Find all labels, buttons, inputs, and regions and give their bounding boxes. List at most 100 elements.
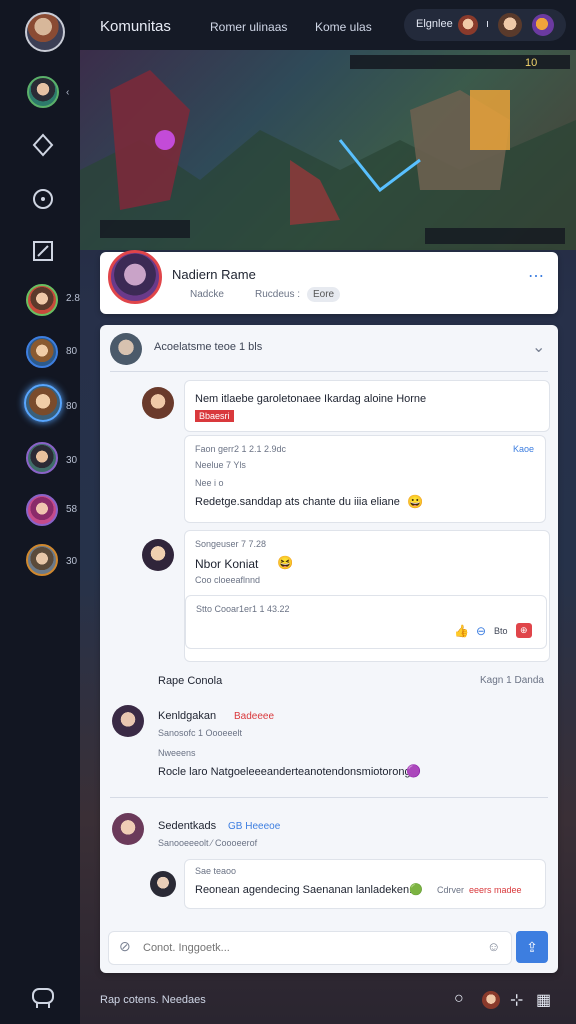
thread-panel: Acoelatsme teoe 1 bls ⌄ Nem itlaebe garo… [100,325,558,973]
section-title: Rape Conola [158,675,223,687]
profile-meta-1: Nadcke [190,289,224,300]
message-input[interactable] [141,938,465,958]
divider [110,797,548,798]
reply3-trail: Cdrver [437,885,465,895]
clock-icon[interactable]: ⊖ [476,624,486,638]
grin-emoji-icon: 😀 [407,494,424,509]
game-controller-icon[interactable] [28,982,58,1012]
post2-meta: Songeuser 7 7.28 [195,539,267,549]
hud-value: 10 [525,57,538,69]
rail-avatar-6[interactable] [26,544,58,576]
footer-avatar[interactable] [482,991,500,1009]
reply3-card: Sae teaoo Reonean agendecing Saenanan la… [184,859,546,909]
notification-avatar[interactable] [532,14,554,36]
account-pill[interactable]: Elgnlee ı [404,9,566,41]
comment2-sub: Sanooeeeolt ⁄ Coooeerof [158,838,258,848]
send-button[interactable]: ⇪ [516,931,548,963]
post1-text: Nem itlaebe garoletonaee Ikardag aloine … [195,393,427,405]
quote1-line4: Redetge.sanddap ats chante du iiia elian… [195,496,400,508]
rail-avatar-2[interactable] [26,284,58,316]
tab-kome-ulas[interactable]: Kome ulas [315,20,372,34]
comment1-role: Nweeens [158,748,196,758]
rail-count: 30 [66,455,78,466]
rail-count: 2.8 [66,293,80,304]
emoji-icon[interactable]: ☺ [487,939,500,954]
comment1-sub: Sanosofc 1 Oooeeelt [158,728,243,738]
quote1-line2: Neelue 7 Yls [195,460,246,470]
comment1-text: Rocle laro Natgoeleeeanderteanotendonsmi… [158,766,411,778]
account-avatar-1[interactable] [458,15,478,35]
section-right[interactable]: Kagn 1 Danda [480,675,544,686]
comment1-badge: Badeeee [234,711,275,722]
top-bar: Komunitas Romer ulinaas Kome ulas Elgnle… [80,0,576,50]
comment1-name: Kenldgakan [158,710,217,722]
rail-avatar-5[interactable] [26,494,58,526]
thread-header: Acoelatsme teoe 1 bls [154,341,263,353]
grid-icon[interactable]: ▦ [536,990,551,1010]
more-options-icon[interactable]: ⋯ [528,266,544,286]
laugh-emoji-icon: 😆 [277,555,294,570]
comment2-name: Sedentkads [158,820,217,832]
quote1-card: Faon gerr2 1 2.1 2.9dc Kaoe Neelue 7 Yls… [184,435,546,523]
account-divider: ı [486,18,490,30]
reply3-trail2: eeers madee [469,885,522,895]
action-badge[interactable]: ⊕ [516,623,532,638]
compass-icon[interactable] [30,132,56,158]
footer-label: Rap cotens. Needaes [100,994,206,1006]
app-title: Komunitas [100,18,171,35]
message-input-box: ⊘ ☺ [108,931,512,965]
rail-count: 80 [66,346,78,357]
post1-card: Nem itlaebe garoletonaee Ikardag aloine … [184,380,550,432]
footer-bar: Rap cotens. Needaes ○ ⊹ ▦ [80,980,576,1024]
rail-avatar-4[interactable] [26,442,58,474]
search-icon[interactable]: ○ [454,990,464,1008]
green-emoji-icon: 🟢 [409,884,423,896]
rail-avatar-active[interactable] [24,384,62,422]
chat-icon[interactable] [30,186,56,212]
profile-tag[interactable]: Eore [307,287,341,302]
edit-icon[interactable] [30,238,56,264]
rail-count: 58 [66,504,78,515]
comment1-avatar[interactable] [112,705,144,737]
reply3-avatar[interactable] [150,871,176,897]
post2-title: Nbor Koniat [195,557,259,571]
post2-sub: Coo cloeeaflnnd [195,575,261,585]
hero-illustration [80,55,576,250]
tab-romer-ulinaas[interactable]: Romer ulinaas [210,20,287,34]
rail-avatar-3[interactable] [26,336,58,368]
post2-card: Songeuser 7 7.28 Nbor Koniat 😆 Coo cloee… [184,530,550,662]
comment2-avatar[interactable] [112,813,144,845]
quote2-card: Stto Cooar1er1 1 43.22 👍 ⊖ Bto ⊕ [185,595,547,649]
quote2-line: Stto Cooar1er1 1 43.22 [196,604,290,614]
attach-icon[interactable]: ⊘ [119,938,131,955]
quote1-line1: Faon gerr2 1 2.1 2.9dc [195,444,287,454]
comment2-badge: GB Heeeoe [228,821,281,832]
profile-card: Nadiern Rame Nadcke Rucdeus : Eore ⋯ [100,250,558,314]
purple-emoji-icon: 🟣 [406,764,421,778]
reply3-text: Reonean agendecing Saenanan lanladeken. [195,884,413,896]
divider [110,371,548,372]
collapse-chevron-icon[interactable]: ⌄ [532,337,545,357]
rail-chevron[interactable]: ‹ [66,87,69,98]
account-label: Elgnlee [416,18,453,30]
post1-avatar[interactable] [142,387,174,419]
user-avatar[interactable] [25,12,65,52]
quote1-right[interactable]: Kaoe [513,444,534,454]
reply3-label: Sae teaoo [195,866,237,876]
quote2-count: Bto [494,626,508,636]
post2-avatar[interactable] [142,539,174,571]
like-icon[interactable]: 👍 [454,624,469,638]
controller-icon[interactable]: ⊹ [510,990,523,1010]
rail-count: 30 [66,556,78,567]
rail-avatar-1[interactable] [27,76,59,108]
profile-name: Nadiern Rame [172,267,256,282]
side-rail: ‹ 2.8 80 80 30 58 30 [0,0,80,1024]
thread-header-avatar [110,333,142,365]
quote1-line3: Nee i o [195,478,224,488]
account-avatar-2[interactable] [498,13,522,37]
profile-avatar[interactable] [108,250,162,304]
profile-meta-2: Rucdeus : [255,289,301,300]
rail-count: 80 [66,401,78,412]
hero-banner: 10 [80,50,576,250]
post1-badge: Bbaesri [195,410,234,422]
